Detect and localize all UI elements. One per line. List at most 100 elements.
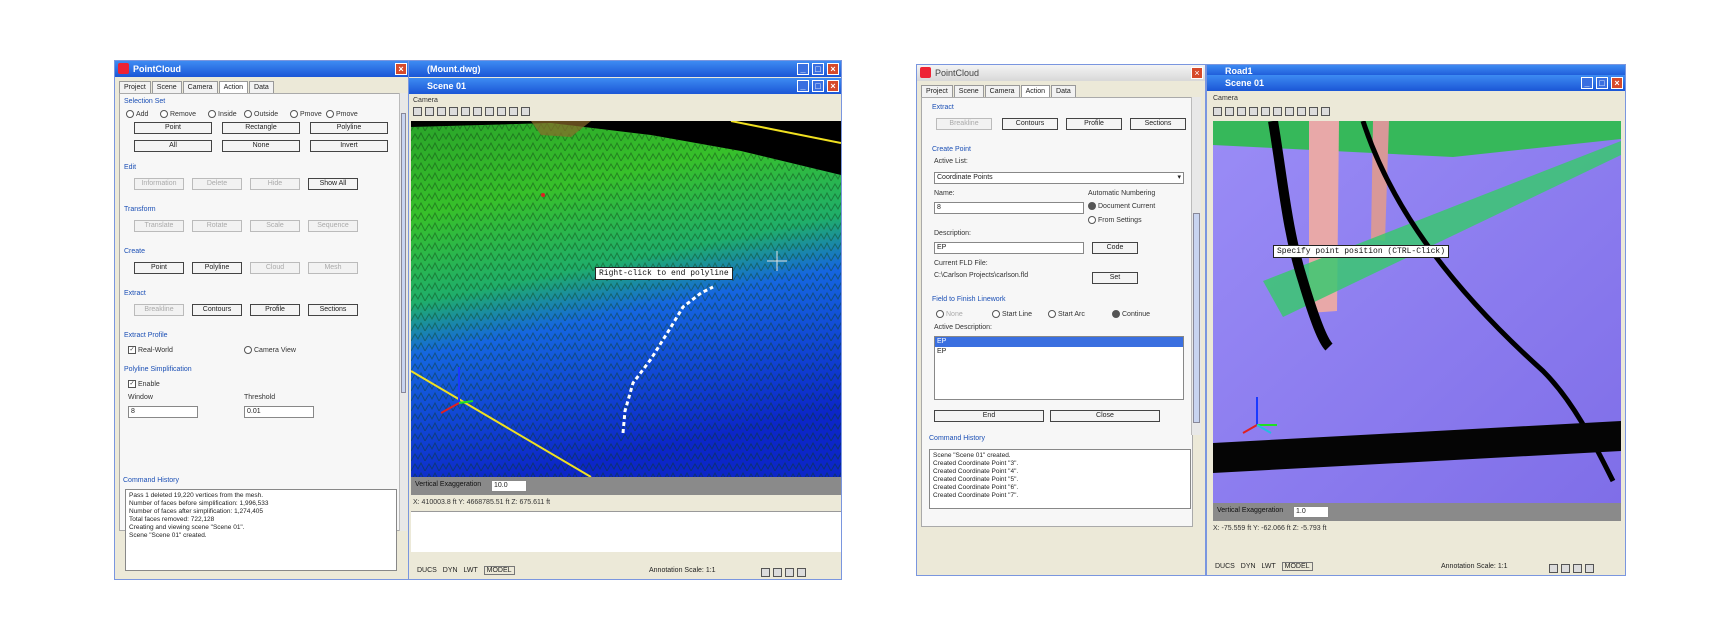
start-arc-radio[interactable]: Start Arc (1048, 310, 1085, 318)
radio-inside[interactable]: Inside (208, 110, 237, 118)
linework-none-radio[interactable]: None (936, 310, 963, 318)
radio-add[interactable]: Add (126, 110, 148, 118)
exaggeration-input[interactable]: 1.0 (1293, 506, 1329, 518)
name-input[interactable]: 8 (934, 202, 1084, 214)
extract-profile-button[interactable]: Profile (250, 304, 300, 316)
tab-project[interactable]: Project (119, 81, 151, 93)
scrollbar-thumb[interactable] (401, 113, 406, 393)
create-mesh-button[interactable]: Mesh (308, 262, 358, 274)
edit-show-all-button[interactable]: Show All (308, 178, 358, 190)
left-panel-scrollbar[interactable] (399, 93, 407, 531)
start-line-radio[interactable]: Start Line (992, 310, 1032, 318)
zoom-out-icon[interactable] (1309, 107, 1318, 117)
sync-icon[interactable] (1561, 563, 1570, 573)
maximize-icon[interactable]: □ (1596, 77, 1608, 89)
radio-pmove[interactable]: Pmove (290, 110, 322, 118)
select-rectangle-button[interactable]: Rectangle (222, 122, 300, 134)
lock-icon[interactable] (761, 567, 770, 577)
select-all-button[interactable]: All (134, 140, 212, 152)
edit-information-button[interactable]: Information (134, 178, 184, 190)
enable-checkbox[interactable]: ✓ Enable (128, 380, 160, 388)
view-top-icon[interactable] (413, 107, 422, 117)
close-icon[interactable]: × (1611, 77, 1623, 89)
set-button[interactable]: Set (1092, 272, 1138, 284)
list-item[interactable]: EP (935, 337, 1183, 347)
view-side-icon[interactable] (1237, 107, 1246, 117)
extract-sections-button[interactable]: Sections (308, 304, 358, 316)
right-camera-menu[interactable]: Camera (1213, 95, 1238, 102)
create-point-button[interactable]: Point (134, 262, 184, 274)
exaggeration-input[interactable]: 10.0 (491, 480, 527, 492)
left-drawing-area[interactable] (411, 511, 841, 552)
continue-radio[interactable]: Continue (1112, 310, 1150, 318)
extract-contours-button[interactable]: Contours (192, 304, 242, 316)
extract-profile-button[interactable]: Profile (1066, 118, 1122, 130)
view-back-icon[interactable] (1261, 107, 1270, 117)
close-icon[interactable]: × (827, 63, 839, 75)
right-road-viewport[interactable]: Specify point position (CTRL-Click) (1213, 121, 1621, 503)
zoom-out-icon[interactable] (509, 107, 518, 117)
minimize-icon[interactable]: _ (1581, 77, 1593, 89)
right-panel-scrollbar[interactable] (1191, 97, 1201, 435)
view-iso-icon[interactable] (449, 107, 458, 117)
view-side-icon[interactable] (437, 107, 446, 117)
status-dyn[interactable]: DYN (443, 567, 458, 574)
end-button[interactable]: End (934, 410, 1044, 422)
status-dyn[interactable]: DYN (1241, 563, 1256, 570)
real-world-checkbox[interactable]: ✓ Real-World (128, 346, 173, 354)
tab-scene[interactable]: Scene (953, 85, 984, 97)
view-pan-icon[interactable] (485, 107, 494, 117)
tab-action[interactable]: Action (218, 81, 249, 93)
extract-breakline-button[interactable]: Breakline (134, 304, 184, 316)
status-lwt[interactable]: LWT (1262, 563, 1276, 570)
transform-translate-button[interactable]: Translate (134, 220, 184, 232)
tab-data[interactable]: Data (249, 81, 274, 93)
active-list-select[interactable]: Coordinate Points ▾ (934, 172, 1184, 184)
radio-remove[interactable]: Remove (160, 110, 196, 118)
close-icon[interactable]: × (395, 63, 407, 75)
extract-breakline-button[interactable]: Breakline (936, 118, 992, 130)
status-ducs[interactable]: DUCS (417, 567, 437, 574)
settings-icon[interactable] (1573, 563, 1582, 573)
edit-delete-button[interactable]: Delete (192, 178, 242, 190)
status-model[interactable]: MODEL (483, 566, 515, 575)
view-orbit-icon[interactable] (1273, 107, 1282, 117)
minimize-icon[interactable]: _ (797, 63, 809, 75)
scrollbar-thumb[interactable] (1193, 213, 1200, 423)
tab-camera[interactable]: Camera (984, 85, 1020, 97)
code-button[interactable]: Code (1092, 242, 1138, 254)
left-terrain-viewport[interactable]: Right-click to end polyline (411, 121, 841, 477)
transform-sequence-button[interactable]: Sequence (308, 220, 358, 232)
radio-pmove-2[interactable]: Pmove (326, 110, 358, 118)
window-input[interactable]: 8 (128, 406, 198, 418)
active-description-list[interactable]: EP EP (934, 336, 1184, 400)
view-iso-icon[interactable] (1249, 107, 1258, 117)
transform-rotate-button[interactable]: Rotate (192, 220, 242, 232)
select-point-button[interactable]: Point (134, 122, 212, 134)
close-icon[interactable]: × (827, 80, 839, 92)
lock-icon[interactable] (1549, 563, 1558, 573)
annotation-scale[interactable]: Annotation Scale: 1:1 (1441, 561, 1508, 573)
close-button[interactable]: Close (1050, 410, 1160, 422)
status-model[interactable]: MODEL (1281, 562, 1313, 571)
fullscreen-icon[interactable] (797, 567, 806, 577)
chevron-down-icon[interactable]: ▾ (1177, 173, 1181, 183)
edit-hide-button[interactable]: Hide (250, 178, 300, 190)
tab-scene[interactable]: Scene (151, 81, 182, 93)
description-input[interactable]: EP (934, 242, 1084, 254)
tab-data[interactable]: Data (1051, 85, 1076, 97)
zoom-in-icon[interactable] (1297, 107, 1306, 117)
zoom-in-icon[interactable] (497, 107, 506, 117)
maximize-icon[interactable]: □ (812, 80, 824, 92)
document-current-radio[interactable]: Document Current (1088, 202, 1155, 210)
extract-sections-button[interactable]: Sections (1130, 118, 1186, 130)
select-polyline-button[interactable]: Polyline (310, 122, 388, 134)
status-ducs[interactable]: DUCS (1215, 563, 1235, 570)
list-item[interactable]: EP (935, 347, 1183, 357)
create-cloud-button[interactable]: Cloud (250, 262, 300, 274)
select-none-button[interactable]: None (222, 140, 300, 152)
view-front-icon[interactable] (425, 107, 434, 117)
select-invert-button[interactable]: Invert (310, 140, 388, 152)
zoom-extents-icon[interactable] (1321, 107, 1330, 117)
tab-project[interactable]: Project (921, 85, 953, 97)
